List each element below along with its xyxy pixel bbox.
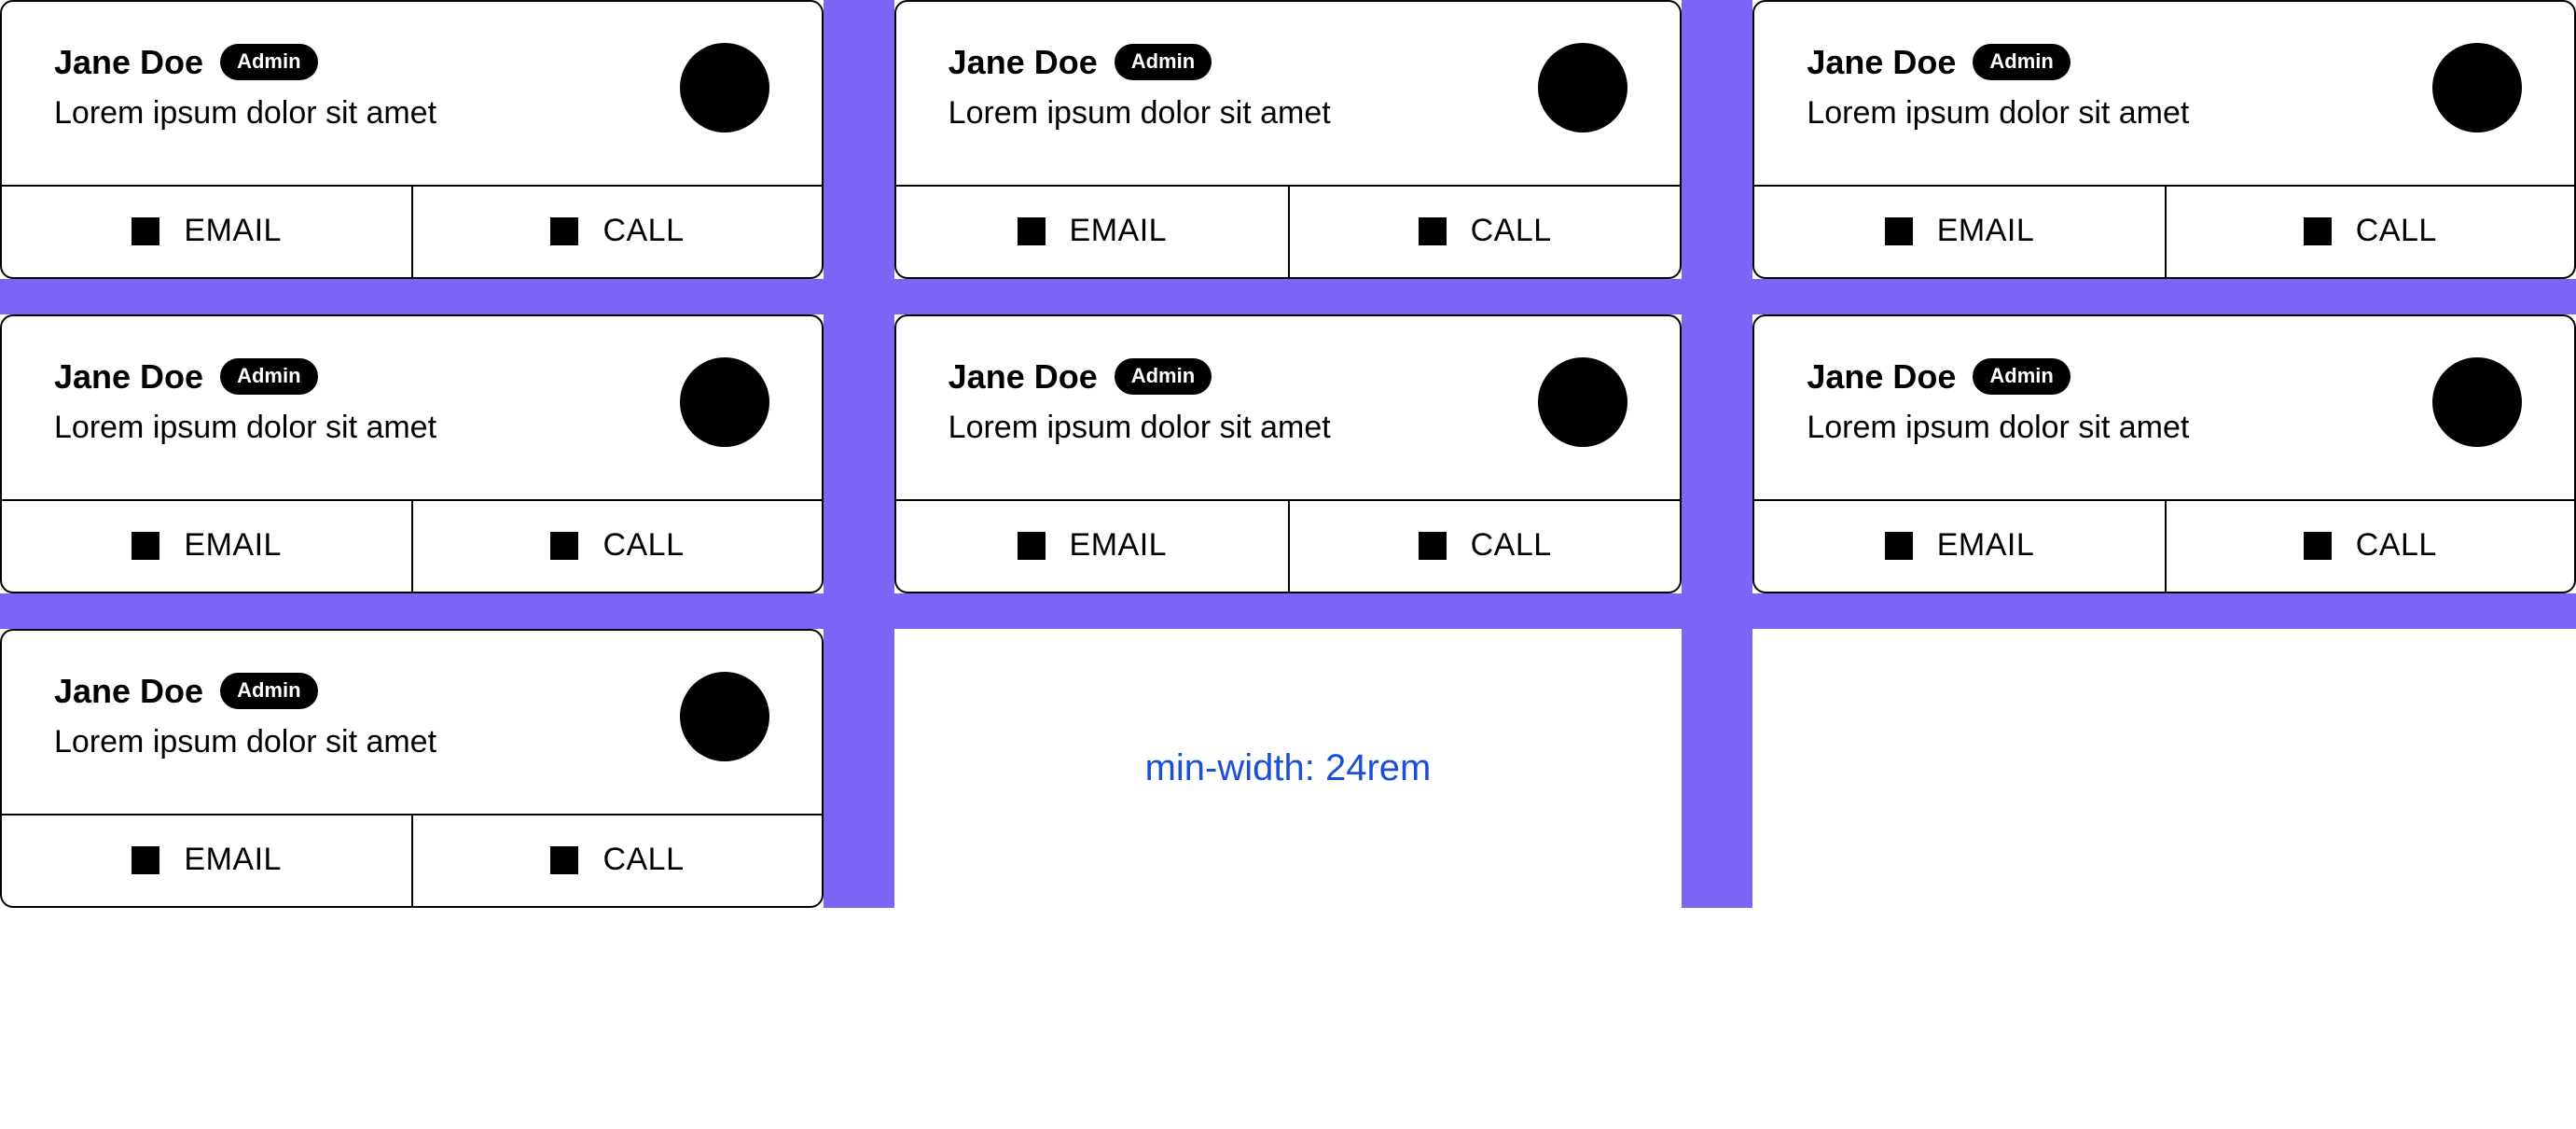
call-button[interactable]: CALL <box>1288 501 1680 592</box>
annotation-cell: min-width: 24rem <box>859 629 1718 908</box>
email-button[interactable]: EMAIL <box>1754 501 2164 592</box>
role-badge: Admin <box>1973 44 2070 80</box>
email-icon <box>1018 217 1046 245</box>
email-icon <box>132 846 159 874</box>
email-icon <box>1885 532 1913 560</box>
call-icon <box>550 846 578 874</box>
user-description: Lorem ipsum dolor sit amet <box>54 95 436 132</box>
call-button[interactable]: CALL <box>1288 187 1680 277</box>
role-badge: Admin <box>1973 358 2070 395</box>
call-button[interactable]: CALL <box>2165 187 2574 277</box>
email-label: EMAIL <box>184 527 282 564</box>
call-button[interactable]: CALL <box>411 815 821 906</box>
card-body: Jane Doe Admin Lorem ipsum dolor sit ame… <box>1754 316 2574 499</box>
email-icon <box>132 217 159 245</box>
call-icon <box>550 532 578 560</box>
email-button[interactable]: EMAIL <box>2 815 411 906</box>
role-badge: Admin <box>1115 44 1212 80</box>
card-actions: EMAIL CALL <box>1754 499 2574 592</box>
card-actions: EMAIL CALL <box>2 185 822 277</box>
user-card: Jane Doe Admin Lorem ipsum dolor sit ame… <box>894 314 1683 593</box>
user-name: Jane Doe <box>949 46 1098 79</box>
user-name: Jane Doe <box>1807 46 1956 79</box>
user-description: Lorem ipsum dolor sit amet <box>949 95 1331 132</box>
email-button[interactable]: EMAIL <box>2 501 411 592</box>
email-label: EMAIL <box>184 213 282 249</box>
role-badge: Admin <box>220 44 317 80</box>
empty-cell <box>1717 629 2576 908</box>
avatar <box>680 43 769 132</box>
user-description: Lorem ipsum dolor sit amet <box>54 410 436 446</box>
email-label: EMAIL <box>1937 527 2035 564</box>
card-grid: Jane Doe Admin Lorem ipsum dolor sit ame… <box>0 0 2576 908</box>
avatar <box>2432 43 2522 132</box>
user-description: Lorem ipsum dolor sit amet <box>949 410 1331 446</box>
call-icon <box>1419 532 1447 560</box>
user-name: Jane Doe <box>1807 360 1956 394</box>
avatar <box>680 357 769 447</box>
call-icon <box>2304 217 2332 245</box>
card-body: Jane Doe Admin Lorem ipsum dolor sit ame… <box>2 631 822 814</box>
email-button[interactable]: EMAIL <box>896 501 1288 592</box>
email-label: EMAIL <box>184 842 282 878</box>
user-card: Jane Doe Admin Lorem ipsum dolor sit ame… <box>1752 314 2576 593</box>
call-label: CALL <box>1471 527 1552 564</box>
avatar <box>1538 357 1627 447</box>
email-icon <box>1885 217 1913 245</box>
avatar <box>1538 43 1627 132</box>
call-button[interactable]: CALL <box>2165 501 2574 592</box>
email-button[interactable]: EMAIL <box>2 187 411 277</box>
call-label: CALL <box>2356 527 2437 564</box>
email-icon <box>132 532 159 560</box>
call-label: CALL <box>602 527 684 564</box>
card-body: Jane Doe Admin Lorem ipsum dolor sit ame… <box>1754 2 2574 185</box>
email-label: EMAIL <box>1937 213 2035 249</box>
card-actions: EMAIL CALL <box>2 499 822 592</box>
user-description: Lorem ipsum dolor sit amet <box>54 724 436 760</box>
call-label: CALL <box>2356 213 2437 249</box>
user-description: Lorem ipsum dolor sit amet <box>1807 95 2189 132</box>
user-card: Jane Doe Admin Lorem ipsum dolor sit ame… <box>0 629 824 908</box>
call-label: CALL <box>602 842 684 878</box>
card-actions: EMAIL CALL <box>896 499 1681 592</box>
email-icon <box>1018 532 1046 560</box>
role-badge: Admin <box>220 358 317 395</box>
role-badge: Admin <box>220 673 317 709</box>
user-card: Jane Doe Admin Lorem ipsum dolor sit ame… <box>0 0 824 279</box>
email-button[interactable]: EMAIL <box>1754 187 2164 277</box>
call-button[interactable]: CALL <box>411 501 821 592</box>
user-name: Jane Doe <box>54 46 203 79</box>
avatar <box>2432 357 2522 447</box>
call-icon <box>1419 217 1447 245</box>
card-body: Jane Doe Admin Lorem ipsum dolor sit ame… <box>896 2 1681 185</box>
user-card: Jane Doe Admin Lorem ipsum dolor sit ame… <box>894 0 1683 279</box>
call-button[interactable]: CALL <box>411 187 821 277</box>
card-actions: EMAIL CALL <box>2 814 822 906</box>
user-description: Lorem ipsum dolor sit amet <box>1807 410 2189 446</box>
card-body: Jane Doe Admin Lorem ipsum dolor sit ame… <box>896 316 1681 499</box>
call-icon <box>550 217 578 245</box>
card-body: Jane Doe Admin Lorem ipsum dolor sit ame… <box>2 316 822 499</box>
user-name: Jane Doe <box>54 360 203 394</box>
avatar <box>680 672 769 761</box>
role-badge: Admin <box>1115 358 1212 395</box>
card-actions: EMAIL CALL <box>896 185 1681 277</box>
user-card: Jane Doe Admin Lorem ipsum dolor sit ame… <box>1752 0 2576 279</box>
email-label: EMAIL <box>1070 213 1168 249</box>
email-button[interactable]: EMAIL <box>896 187 1288 277</box>
email-label: EMAIL <box>1070 527 1168 564</box>
call-label: CALL <box>1471 213 1552 249</box>
call-label: CALL <box>602 213 684 249</box>
call-icon <box>2304 532 2332 560</box>
card-actions: EMAIL CALL <box>1754 185 2574 277</box>
card-body: Jane Doe Admin Lorem ipsum dolor sit ame… <box>2 2 822 185</box>
min-width-annotation: min-width: 24rem <box>1145 747 1432 789</box>
user-name: Jane Doe <box>54 675 203 708</box>
user-name: Jane Doe <box>949 360 1098 394</box>
user-card: Jane Doe Admin Lorem ipsum dolor sit ame… <box>0 314 824 593</box>
